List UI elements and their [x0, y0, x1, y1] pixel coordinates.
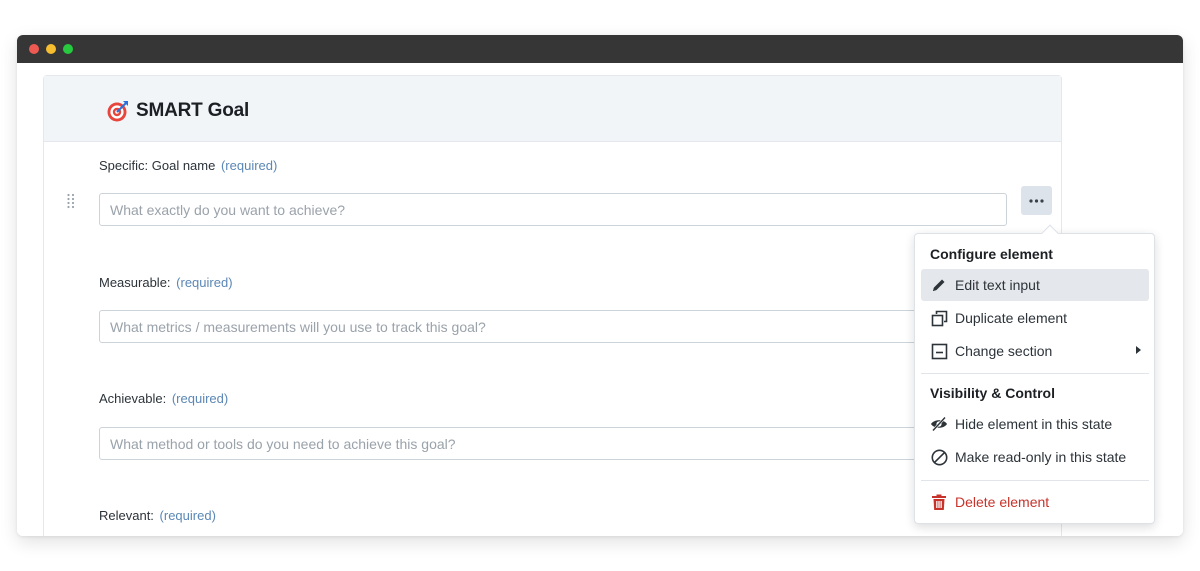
field-label-measurable: Measurable: (required): [99, 275, 233, 290]
trash-icon: [930, 493, 948, 511]
duplicate-icon: [930, 309, 948, 327]
form-card: SMART Goal Specific: Goal name (required…: [43, 75, 1062, 536]
menu-item-label: Duplicate element: [955, 310, 1068, 326]
form-title: SMART Goal: [136, 100, 250, 121]
page-content: SMART Goal Specific: Goal name (required…: [17, 63, 1183, 536]
more-dots-icon: [1029, 198, 1044, 203]
required-marker: (required): [176, 275, 233, 290]
window-titlebar: [17, 35, 1183, 63]
menu-item-hide-element[interactable]: Hide element in this state: [921, 408, 1149, 440]
menu-item-label: Make read-only in this state: [955, 449, 1127, 465]
configure-element-menu: Configure element Edit text input Duplic…: [914, 224, 1155, 524]
menu-item-delete-element[interactable]: Delete element: [921, 486, 1149, 518]
field-label-text: Specific: Goal name: [99, 158, 216, 173]
field-label-achievable: Achievable: (required): [99, 391, 228, 406]
menu-heading-visibility: Visibility & Control: [930, 385, 1055, 401]
maximize-window-button[interactable]: [63, 44, 73, 54]
field-label-text: Achievable:: [99, 391, 167, 406]
section-icon: [930, 342, 948, 360]
browser-window: SMART Goal Specific: Goal name (required…: [17, 35, 1183, 536]
field-label-text: Measurable:: [99, 275, 171, 290]
caret-right-icon: [1136, 346, 1141, 354]
menu-divider: [921, 373, 1149, 374]
target-icon: [107, 101, 128, 122]
eye-slash-icon: [930, 415, 948, 433]
goal-name-input[interactable]: [99, 193, 1007, 226]
block-icon: [930, 448, 948, 466]
menu-item-label: Hide element in this state: [955, 416, 1113, 432]
menu-item-duplicate-element[interactable]: Duplicate element: [921, 302, 1149, 334]
menu-item-label: Change section: [955, 343, 1053, 359]
field-label-relevant: Relevant: (required): [99, 508, 216, 523]
measurable-input[interactable]: [99, 310, 929, 343]
achievable-input[interactable]: [99, 427, 929, 460]
menu-item-change-section[interactable]: Change section: [921, 335, 1149, 367]
menu-item-label: Delete element: [955, 494, 1050, 510]
menu-item-make-read-only[interactable]: Make read-only in this state: [921, 441, 1149, 473]
drag-handle-icon[interactable]: [66, 193, 76, 209]
required-marker: (required): [171, 391, 229, 406]
pencil-icon: [930, 276, 948, 294]
close-window-button[interactable]: [29, 44, 39, 54]
menu-divider: [921, 480, 1149, 481]
more-options-button[interactable]: [1021, 186, 1052, 215]
required-marker: (required): [159, 508, 216, 523]
field-label-text: Relevant:: [99, 508, 154, 523]
menu-heading-configure: Configure element: [930, 246, 1053, 262]
form-header: SMART Goal: [44, 76, 1061, 142]
minimize-window-button[interactable]: [46, 44, 56, 54]
menu-item-edit-text-input[interactable]: Edit text input: [921, 269, 1149, 301]
field-label-specific: Specific: Goal name (required): [99, 158, 277, 173]
required-marker: (required): [220, 158, 278, 173]
menu-item-label: Edit text input: [955, 277, 1040, 293]
